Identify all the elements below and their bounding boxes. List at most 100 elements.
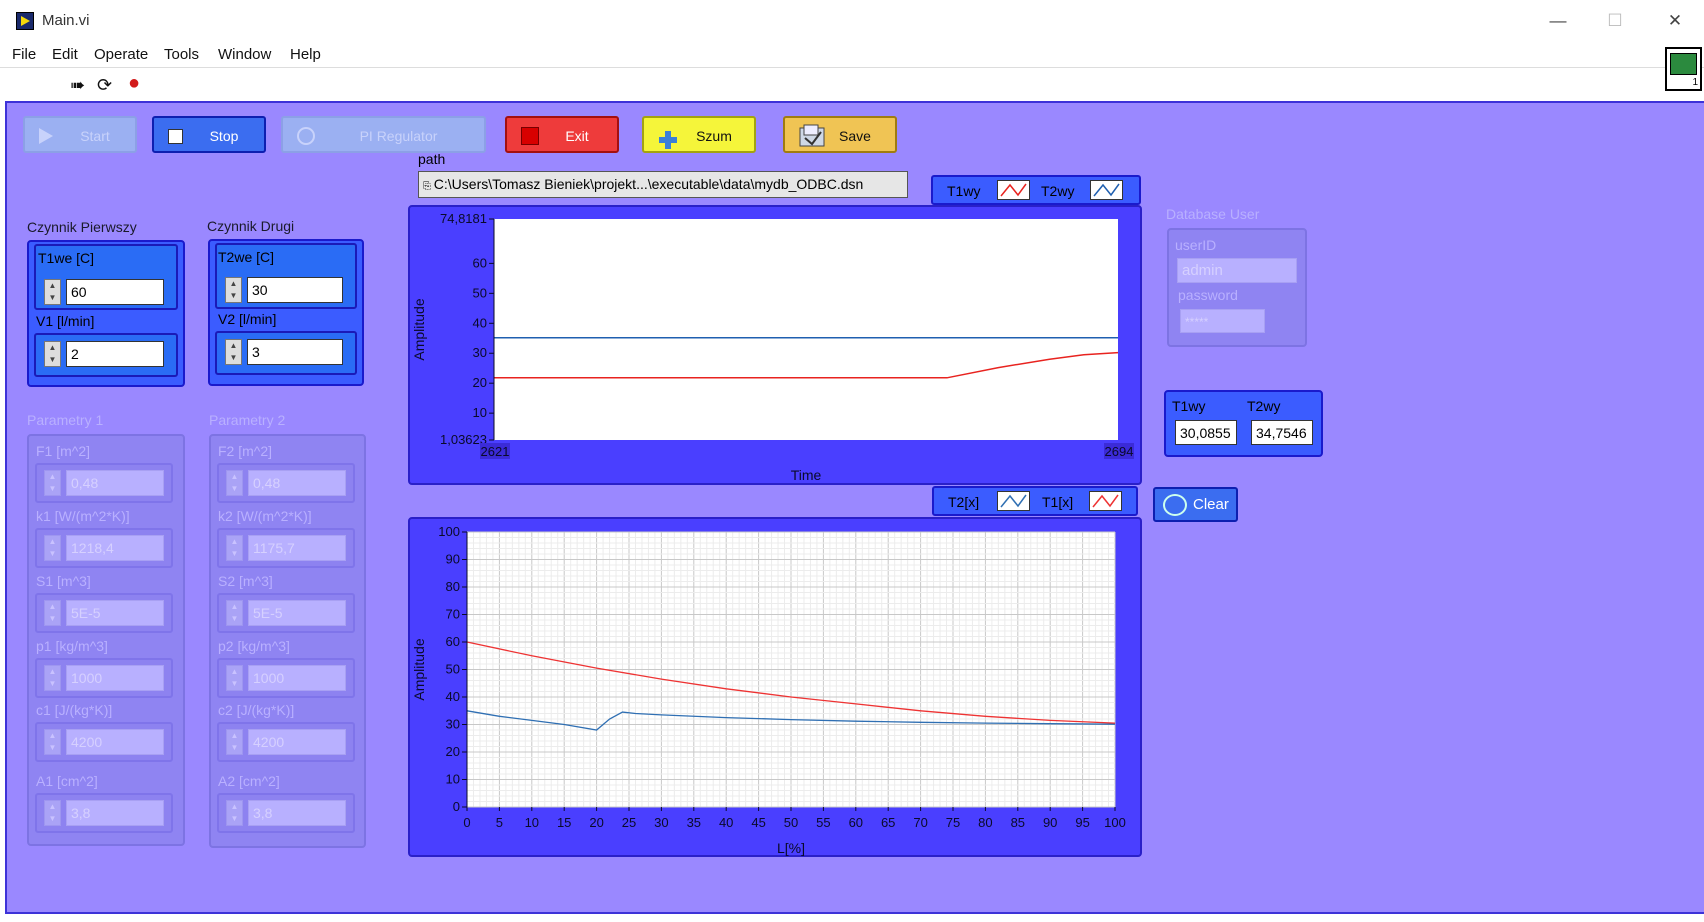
browse-icon: ⎘ [423, 181, 434, 192]
param1-label-4: c1 [J/(kg*K)] [36, 702, 113, 718]
menu-bar: File Edit Operate Tools Window Help [0, 42, 1704, 68]
t2wy-label: T2wy [1247, 398, 1281, 414]
path-field[interactable]: ⎘ C:\Users\Tomasz Bieniek\projekt...\exe… [418, 171, 908, 198]
param2-spinner-4[interactable]: ▲ ▼ [226, 729, 243, 755]
t2we-label: T2we [C] [218, 249, 275, 265]
czynnik1-title: Czynnik Pierwszy [27, 219, 137, 235]
czynnik2-title: Czynnik Drugi [207, 218, 295, 234]
start-button[interactable]: Start [23, 116, 137, 153]
param1-spinner-1[interactable]: ▲ ▼ [44, 535, 61, 561]
clear-refresh-icon [1163, 494, 1187, 516]
param1-label-0: F1 [m^2] [36, 443, 91, 459]
chart2-svg: 10090807060504030201000 5 10 15 20 25 30 35 40 45… [411, 524, 1126, 856]
x-tick-label: 70 [913, 815, 927, 830]
legend-t2wy: T2wy [1041, 183, 1075, 199]
szum-label: Szum [696, 128, 732, 144]
run-continuously-icon[interactable]: ⟳ [97, 76, 112, 94]
x-tick-label: 55 [816, 815, 830, 830]
param1-spinner-2[interactable]: ▲ ▼ [44, 600, 61, 626]
pi-regulator-button[interactable]: PI Regulator [281, 116, 486, 153]
menu-edit[interactable]: Edit [52, 46, 78, 63]
param1-label-3: p1 [kg/m^3] [36, 638, 108, 654]
param2-input-3[interactable]: 1000 [248, 665, 346, 691]
param1-input-3[interactable]: 1000 [66, 665, 164, 691]
param2-input-1[interactable]: 1175,7 [248, 535, 346, 561]
t2we-spinner[interactable]: ▲ ▼ [225, 277, 242, 303]
menu-tools[interactable]: Tools [164, 46, 199, 63]
run-arrow-icon[interactable]: ➠ [70, 76, 85, 94]
save-button[interactable]: Save [783, 116, 897, 153]
v2-label: V2 [l/min] [218, 311, 277, 327]
stop-label: Stop [209, 128, 239, 144]
param1-spinner-0[interactable]: ▲ ▼ [44, 470, 61, 496]
x-tick-label: 2694 [1105, 444, 1134, 459]
y-axis-label: Amplitude [411, 638, 427, 700]
menu-file[interactable]: File [12, 46, 36, 63]
param2-spinner-5[interactable]: ▲ ▼ [226, 800, 243, 826]
y-tick-label: 74,8181 [440, 211, 487, 226]
menu-help[interactable]: Help [290, 46, 321, 63]
param1-spinner-3[interactable]: ▲ ▼ [44, 665, 61, 691]
v1-spinner[interactable]: ▲ ▼ [44, 341, 61, 367]
param1-spinner-4[interactable]: ▲ ▼ [44, 729, 61, 755]
chart2-legend: T2[x] T1[x] [932, 486, 1138, 516]
y-axis-label: Amplitude [411, 298, 427, 360]
param2-spinner-0[interactable]: ▲ ▼ [226, 470, 243, 496]
db-pass-input[interactable]: ***** [1180, 309, 1265, 333]
menu-window[interactable]: Window [218, 46, 271, 63]
minimize-button[interactable]: — [1535, 8, 1581, 34]
maximize-button[interactable]: ☐ [1592, 8, 1638, 34]
legend-t2wy-swatch [1090, 180, 1123, 200]
chart1-svg: 74,81816050403020101,036232621 2694TimeAm… [411, 211, 1134, 483]
save-label: Save [839, 128, 871, 144]
clear-label: Clear [1193, 496, 1229, 513]
y-tick-label: 50 [446, 662, 460, 677]
param2-label-5: A2 [cm^2] [218, 773, 280, 789]
t2we-input[interactable]: 30 [247, 277, 343, 303]
menu-operate[interactable]: Operate [94, 46, 148, 63]
param2-input-4[interactable]: 4200 [248, 729, 346, 755]
chart1-legend: T1wy T2wy [931, 175, 1141, 205]
x-tick-label: 75 [946, 815, 960, 830]
param2-input-5[interactable]: 3,8 [248, 800, 346, 826]
param1-input-5[interactable]: 3,8 [66, 800, 164, 826]
param2-spinner-3[interactable]: ▲ ▼ [226, 665, 243, 691]
param2-spinner-2[interactable]: ▲ ▼ [226, 600, 243, 626]
param1-input-4[interactable]: 4200 [66, 729, 164, 755]
stop-button[interactable]: Stop [152, 116, 266, 153]
szum-button[interactable]: Szum [642, 116, 756, 153]
param1-input-0[interactable]: 0,48 [66, 470, 164, 496]
x-axis-label: L[%] [777, 840, 805, 856]
close-button[interactable]: ✕ [1652, 8, 1698, 34]
param2-label-1: k2 [W/(m^2*K)] [218, 508, 312, 524]
param1-label-2: S1 [m^3] [36, 573, 91, 589]
y-tick-label: 20 [473, 375, 487, 390]
x-tick-label: 45 [751, 815, 765, 830]
abort-stop-icon[interactable]: ● [128, 73, 140, 93]
clear-button[interactable]: Clear [1153, 487, 1238, 522]
param1-input-2[interactable]: 5E-5 [66, 600, 164, 626]
db-user-input[interactable]: admin [1177, 258, 1297, 283]
param2-input-2[interactable]: 5E-5 [248, 600, 346, 626]
param2-label-4: c2 [J/(kg*K)] [218, 702, 295, 718]
param2-spinner-1[interactable]: ▲ ▼ [226, 535, 243, 561]
x-tick-label: 85 [1011, 815, 1025, 830]
x-tick-label: 90 [1043, 815, 1057, 830]
t1we-input[interactable]: 60 [66, 279, 164, 305]
y-tick-label: 0 [453, 799, 460, 814]
param1-spinner-5[interactable]: ▲ ▼ [44, 800, 61, 826]
t1wy-label: T1wy [1172, 398, 1206, 414]
exit-button[interactable]: Exit [505, 116, 619, 153]
v2-input[interactable]: 3 [247, 339, 343, 365]
param2-input-0[interactable]: 0,48 [248, 470, 346, 496]
x-tick-label: 60 [849, 815, 863, 830]
param1-title: Parametry 1 [27, 412, 104, 428]
y-tick-label: 70 [446, 607, 460, 622]
t1we-spinner[interactable]: ▲ ▼ [44, 279, 61, 305]
y-tick-label: 60 [473, 255, 487, 270]
db-pass-label: password [1178, 287, 1238, 303]
v1-input[interactable]: 2 [66, 341, 164, 367]
param1-input-1[interactable]: 1218,4 [66, 535, 164, 561]
v2-spinner[interactable]: ▲ ▼ [225, 339, 242, 365]
db-user-label: userID [1175, 237, 1217, 253]
